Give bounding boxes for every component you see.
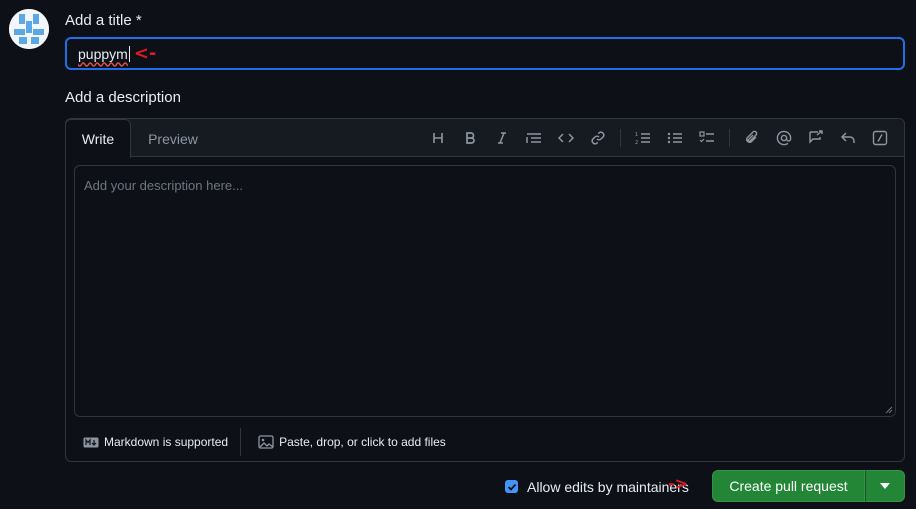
- reference-icon[interactable]: [800, 123, 832, 153]
- avatar-identicon: [9, 9, 49, 49]
- task-list-icon[interactable]: [691, 123, 723, 153]
- bold-icon[interactable]: [454, 123, 486, 153]
- description-placeholder: Add your description here...: [84, 178, 243, 193]
- quote-icon[interactable]: [518, 123, 550, 153]
- tab-preview[interactable]: Preview: [138, 119, 208, 158]
- reply-icon[interactable]: [832, 123, 864, 153]
- editor-header: Write Preview 1 2: [65, 119, 904, 158]
- code-icon[interactable]: [550, 123, 582, 153]
- submit-row: Allow edits by maintainers -> Create pul…: [0, 470, 916, 502]
- slash-command-icon[interactable]: [864, 123, 896, 153]
- heading-icon[interactable]: [422, 123, 454, 153]
- markdown-editor: Write Preview 1 2 Add your description h…: [65, 118, 905, 462]
- annotation-arrow-left: <-: [133, 42, 157, 64]
- allow-edits-checkbox[interactable]: [505, 480, 518, 493]
- triangle-down-icon: [880, 483, 890, 489]
- attach-files-link[interactable]: Paste, drop, or click to add files: [241, 423, 458, 461]
- markdown-supported-link[interactable]: Markdown is supported: [66, 423, 240, 461]
- markdown-icon: [83, 437, 99, 447]
- image-icon: [258, 435, 274, 449]
- toolbar-separator: [729, 129, 730, 147]
- svg-text:2: 2: [635, 140, 638, 145]
- toolbar-separator: [620, 129, 621, 147]
- title-input[interactable]: puppym <-: [65, 37, 905, 70]
- italic-icon[interactable]: [486, 123, 518, 153]
- description-textarea[interactable]: Add your description here...: [74, 165, 896, 417]
- create-options-dropdown[interactable]: [865, 470, 905, 502]
- text-caret: [128, 45, 130, 62]
- formatting-toolbar: 12: [422, 119, 896, 157]
- numbered-list-icon[interactable]: 12: [627, 123, 659, 153]
- checkmark-icon: [507, 483, 516, 491]
- pull-request-form: Add a title * puppym <- Add a descriptio…: [0, 0, 916, 509]
- markdown-supported-text: Markdown is supported: [104, 435, 229, 449]
- mention-icon[interactable]: [768, 123, 800, 153]
- description-label: Add a description: [65, 89, 181, 106]
- title-input-value: puppym: [78, 45, 128, 62]
- attach-files-text: Paste, drop, or click to add files: [279, 435, 446, 449]
- allow-edits-label[interactable]: Allow edits by maintainers: [527, 479, 689, 495]
- tab-write[interactable]: Write: [65, 119, 131, 158]
- resize-grip-icon[interactable]: [885, 406, 893, 414]
- create-pull-request-button[interactable]: Create pull request: [712, 470, 865, 502]
- unordered-list-icon[interactable]: [659, 123, 691, 153]
- attach-icon[interactable]: [736, 123, 768, 153]
- editor-footer: Markdown is supported Paste, drop, or cl…: [66, 423, 904, 461]
- annotation-arrow-right: ->: [668, 474, 689, 493]
- svg-text:1: 1: [635, 132, 638, 138]
- title-label: Add a title *: [65, 12, 142, 29]
- link-icon[interactable]: [582, 123, 614, 153]
- avatar[interactable]: [9, 9, 49, 49]
